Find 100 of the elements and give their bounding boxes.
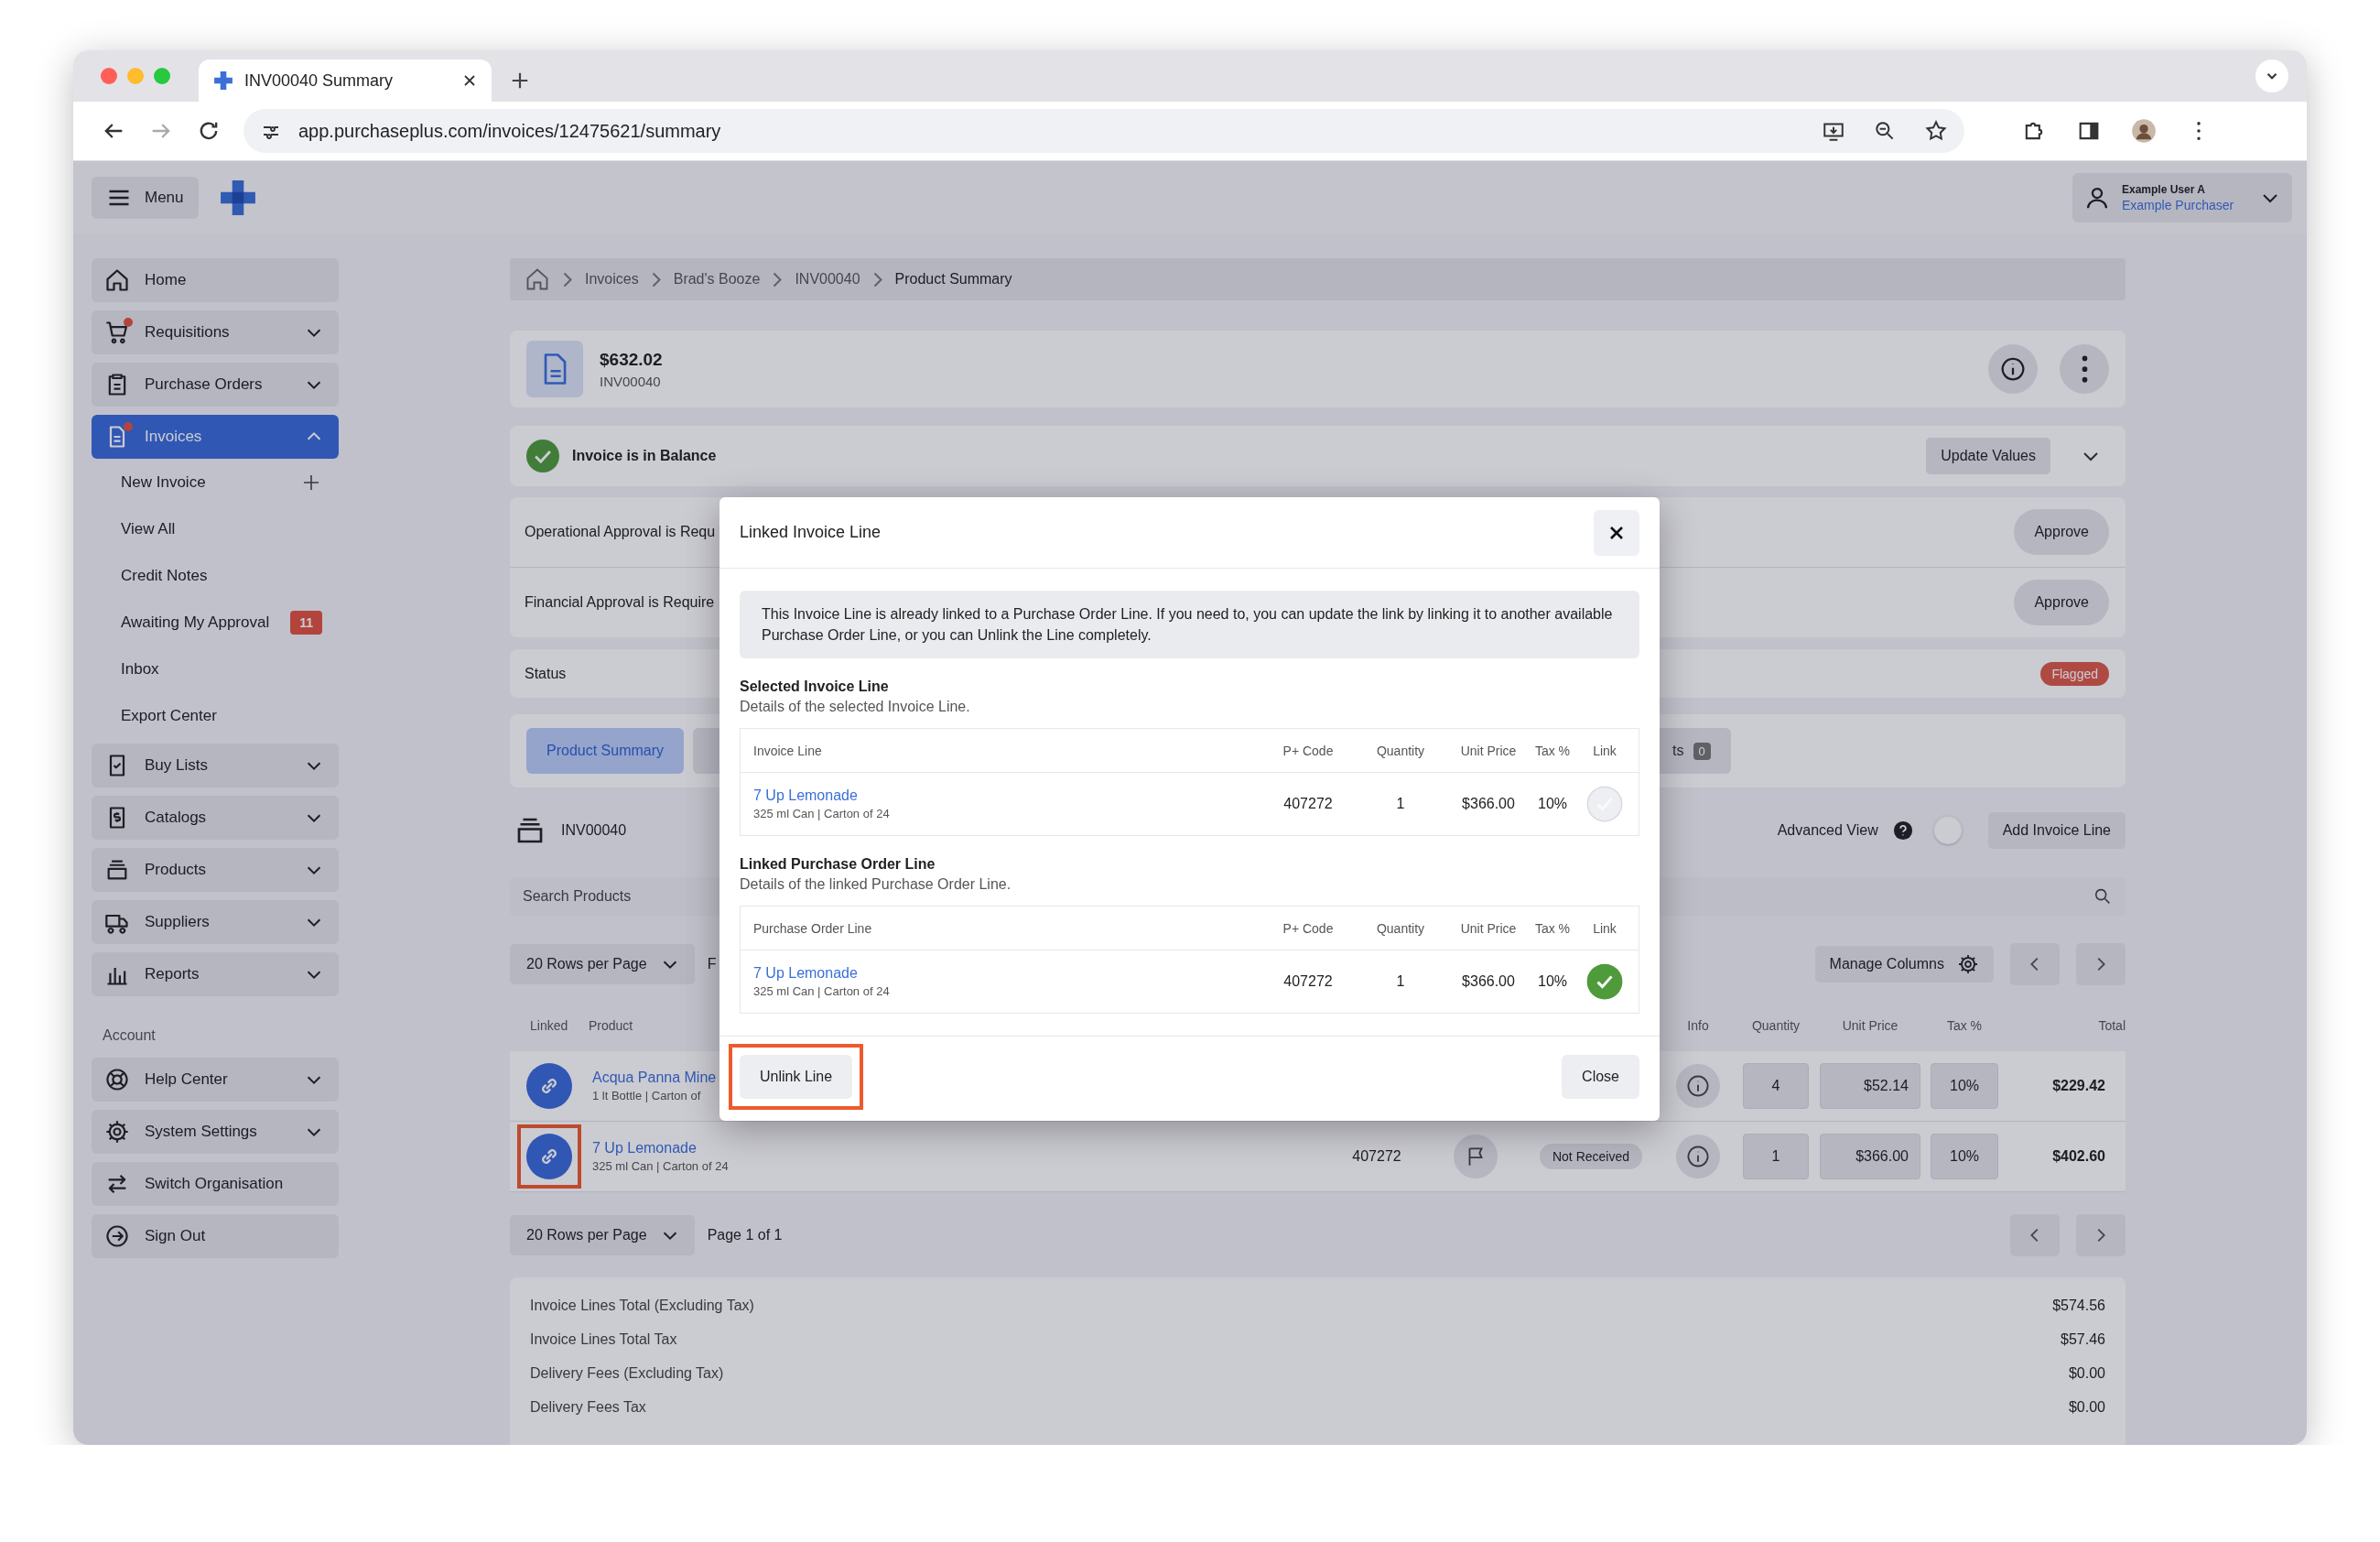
balance-message: Invoice is in Balance bbox=[572, 448, 717, 464]
profile-avatar[interactable] bbox=[2131, 118, 2157, 144]
breadcrumb-link[interactable]: Product Summary bbox=[894, 271, 1012, 288]
total-label: Invoice Lines Total Tax bbox=[530, 1330, 677, 1348]
home-icon[interactable] bbox=[525, 266, 550, 292]
table-cell: 10% bbox=[1538, 973, 1567, 990]
info-button[interactable] bbox=[1988, 344, 2038, 394]
section-title: Selected Invoice Line bbox=[740, 679, 890, 695]
product-link[interactable]: 7 Up Lemonade bbox=[753, 965, 1258, 982]
unit-price-field[interactable]: $52.14 bbox=[1820, 1063, 1920, 1109]
section-subtitle: Details of the linked Purchase Order Line. bbox=[740, 876, 1012, 893]
sidebar-item[interactable]: Reports bbox=[92, 952, 339, 996]
sidebar-item[interactable]: Requisitions bbox=[92, 310, 339, 354]
column-header: P+ Code bbox=[1282, 920, 1334, 936]
sidebar-item[interactable]: Switch Organisation bbox=[92, 1162, 339, 1206]
quantity-field[interactable]: 1 bbox=[1743, 1134, 1809, 1179]
column-header: Unit Price bbox=[1460, 920, 1517, 936]
info-icon bbox=[1685, 1144, 1711, 1169]
breadcrumb-link[interactable]: INV00040 bbox=[795, 271, 860, 288]
settings-icon bbox=[1957, 953, 1979, 975]
sidebar-subitem[interactable]: Awaiting My Approval bbox=[121, 613, 270, 632]
info-icon bbox=[1999, 355, 2027, 383]
manage-columns-button[interactable]: Manage Columns bbox=[1814, 946, 1994, 983]
cart-icon bbox=[104, 320, 130, 345]
tax-field[interactable]: 10% bbox=[1931, 1134, 1998, 1179]
check-circle-icon bbox=[526, 440, 559, 472]
more-button[interactable] bbox=[2060, 344, 2109, 394]
sidebar-subitem[interactable]: Credit Notes bbox=[121, 566, 208, 585]
section-title: Linked Purchase Order Line bbox=[740, 856, 936, 873]
new-tab-icon[interactable] bbox=[510, 71, 530, 91]
sidebar-item[interactable]: Suppliers bbox=[92, 900, 339, 944]
table-cell: 10% bbox=[1538, 796, 1567, 812]
table-cell: $366.00 bbox=[1462, 973, 1515, 990]
sidebar-item[interactable]: Purchase Orders bbox=[92, 363, 339, 407]
sidebar-subitem[interactable]: Export Center bbox=[121, 706, 217, 725]
approve-button[interactable]: Approve bbox=[2014, 580, 2109, 625]
total-value: $0.00 bbox=[2068, 1398, 2105, 1416]
column-header: Quantity bbox=[1751, 1018, 1801, 1033]
user-menu-button[interactable]: Example User A Example Purchaser bbox=[2072, 173, 2292, 223]
unlink-line-button[interactable]: Unlink Line bbox=[740, 1055, 853, 1099]
sidebar-item[interactable]: Sign Out bbox=[92, 1214, 339, 1258]
link-button[interactable] bbox=[526, 1063, 572, 1109]
close-button[interactable] bbox=[1594, 509, 1639, 556]
column-header: Unit Price bbox=[1460, 743, 1517, 758]
section-subtitle: Details of the selected Invoice Line. bbox=[740, 699, 971, 715]
help-icon[interactable] bbox=[1892, 820, 1913, 841]
rows-per-page-dropdown[interactable]: 20 Rows per Page bbox=[510, 944, 695, 984]
page-indicator: F bbox=[707, 956, 717, 972]
sidebar-item[interactable]: Catalogs bbox=[92, 796, 339, 840]
home-icon bbox=[104, 267, 130, 293]
link-button[interactable] bbox=[526, 1134, 572, 1179]
column-header: Tax % bbox=[1534, 920, 1571, 936]
flag-button[interactable] bbox=[1454, 1135, 1498, 1178]
rows-per-page-dropdown[interactable]: 20 Rows per Page bbox=[510, 1215, 695, 1255]
more-icon bbox=[2081, 355, 2088, 383]
update-values-button[interactable]: Update Values bbox=[1926, 438, 2050, 474]
sidebar-subitem[interactable]: Inbox bbox=[121, 659, 159, 679]
menu-button[interactable]: Menu bbox=[92, 177, 199, 219]
sidebar-item[interactable]: Buy Lists bbox=[92, 744, 339, 787]
app-logo bbox=[213, 71, 233, 91]
add-invoice-line-button[interactable]: Add Invoice Line bbox=[1987, 811, 2126, 849]
product-detail: 325 ml Can | Carton of 24 bbox=[592, 1159, 730, 1173]
close-button[interactable]: Close bbox=[1562, 1055, 1639, 1099]
sidebar-item[interactable]: Invoices bbox=[92, 415, 339, 459]
invoice-amount: $632.02 bbox=[600, 349, 663, 370]
product-link[interactable]: 7 Up Lemonade bbox=[753, 787, 1258, 804]
breadcrumb-link[interactable]: Brad's Booze bbox=[673, 271, 761, 288]
tax-field[interactable]: 10% bbox=[1931, 1063, 1998, 1109]
sign-out-icon bbox=[104, 1223, 130, 1249]
column-header: Link bbox=[1593, 920, 1617, 936]
table-cell: $366.00 bbox=[1462, 796, 1515, 812]
star-icon[interactable] bbox=[1924, 119, 1948, 143]
table-cell-text: $402.60 bbox=[2052, 1148, 2106, 1165]
quantity-field[interactable]: 4 bbox=[1743, 1063, 1809, 1109]
info-button[interactable] bbox=[1676, 1064, 1720, 1108]
browser-tab[interactable]: INV00040 Summary bbox=[199, 60, 492, 102]
approve-button[interactable]: Approve bbox=[2014, 509, 2109, 555]
sidebar-item[interactable]: Products bbox=[92, 848, 339, 892]
sidebar-item[interactable]: System Settings bbox=[92, 1110, 339, 1154]
unit-price-field[interactable]: $366.00 bbox=[1820, 1134, 1920, 1179]
address-field[interactable]: app.purchaseplus.com/invoices/12475621/summary bbox=[243, 109, 1964, 153]
sidebar-subitem[interactable]: View All bbox=[121, 519, 176, 538]
breadcrumb-link[interactable]: Invoices bbox=[585, 271, 639, 288]
sidebar-subitem[interactable]: New Invoice bbox=[121, 472, 206, 492]
approval-text: Operational Approval is Requ bbox=[525, 524, 716, 540]
product-link[interactable]: 7 Up Lemonade bbox=[592, 1140, 1325, 1156]
sidebar-item[interactable]: Help Center bbox=[92, 1058, 339, 1102]
info-button[interactable] bbox=[1676, 1135, 1720, 1178]
product-detail: 1 lt Bottle | Carton of bbox=[592, 1089, 702, 1102]
status-label: Status bbox=[525, 665, 567, 682]
chevron-right-icon bbox=[773, 271, 783, 288]
count-badge: 11 bbox=[290, 610, 322, 635]
table-cell: 1 bbox=[1396, 973, 1405, 990]
product-detail: 325 ml Can | Carton of 24 bbox=[753, 807, 891, 820]
app-logo[interactable] bbox=[218, 179, 257, 217]
column-header: Linked bbox=[530, 1018, 568, 1033]
column-header: Quantity bbox=[1376, 920, 1425, 936]
invoice-number: INV00040 bbox=[600, 373, 662, 389]
close-icon[interactable] bbox=[462, 73, 477, 88]
sidebar-item[interactable]: Home bbox=[92, 258, 339, 302]
